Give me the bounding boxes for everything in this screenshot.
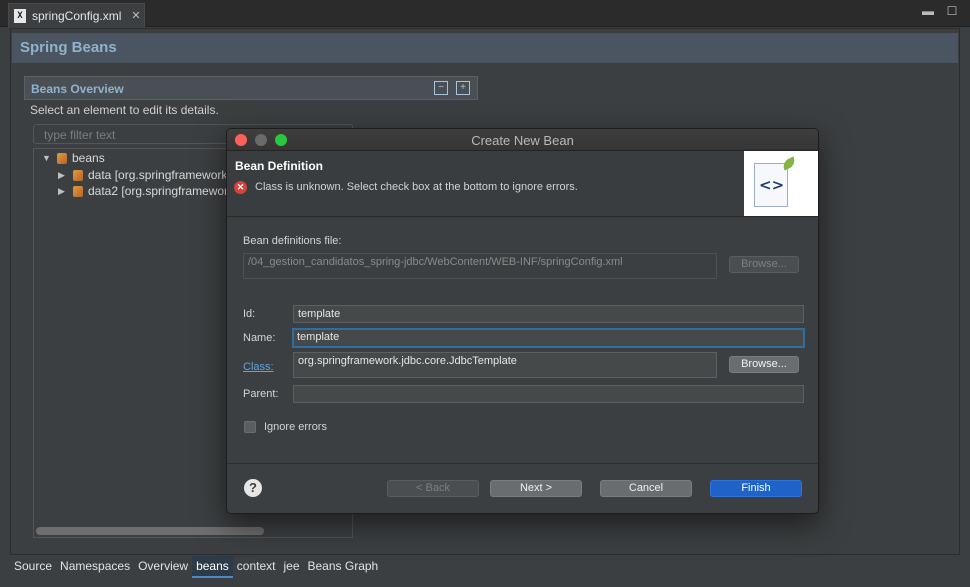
xml-file-icon: X — [14, 8, 26, 23]
bean-icon — [73, 169, 83, 181]
defs-file-label: Bean definitions file: — [243, 235, 342, 247]
defs-file-field: /04_gestion_candidatos_spring-jdbc/WebCo… — [243, 253, 717, 279]
tab-context[interactable]: context — [233, 556, 280, 578]
beans-overview-header: Beans Overview − + — [24, 76, 478, 100]
tab-jee[interactable]: jee — [279, 556, 303, 578]
collapse-arrow-icon[interactable]: ▶ — [58, 170, 68, 181]
name-label: Name: — [243, 332, 276, 344]
tree-node-item[interactable]: ▶ data [org.springframework — [58, 168, 227, 182]
tab-beans[interactable]: beans — [192, 556, 233, 578]
maximize-icon[interactable]: ☐ — [946, 5, 958, 17]
beans-icon — [57, 152, 67, 164]
tree-node-root[interactable]: ▼ beans — [42, 151, 105, 165]
editor-tab-bar: X springConfig.xml ✕ ▬ ☐ — [0, 0, 970, 27]
browse-defs-button[interactable]: Browse... — [729, 256, 799, 273]
help-icon[interactable]: ? — [244, 479, 262, 497]
expand-arrow-icon[interactable]: ▼ — [42, 153, 52, 163]
ignore-errors-checkbox[interactable] — [244, 421, 256, 433]
banner-title: Bean Definition — [235, 159, 324, 173]
form-header: Spring Beans — [12, 33, 958, 63]
editor-tab-springconfig[interactable]: X springConfig.xml ✕ — [8, 3, 145, 27]
tab-beans-graph[interactable]: Beans Graph — [304, 556, 383, 578]
tree-node-label: beans — [72, 151, 105, 165]
section-description: Select an element to edit its details. — [30, 103, 219, 117]
name-field[interactable]: template — [292, 328, 805, 348]
horizontal-scrollbar[interactable] — [36, 527, 264, 535]
page-tabs: Source Namespaces Overview beans context… — [10, 556, 960, 578]
dialog-titlebar: Create New Bean — [227, 129, 818, 151]
tab-namespaces[interactable]: Namespaces — [56, 556, 134, 578]
class-field[interactable]: org.springframework.jdbc.core.JdbcTempla… — [293, 352, 717, 378]
tree-node-item[interactable]: ▶ data2 [org.springframework — [58, 184, 234, 198]
tab-overview[interactable]: Overview — [134, 556, 192, 578]
spring-leaf-icon — [780, 156, 798, 171]
ignore-errors-label: Ignore errors — [264, 421, 327, 433]
tree-node-label: data2 [org.springframework — [88, 184, 235, 198]
back-button[interactable]: < Back — [387, 480, 479, 497]
create-new-bean-dialog: Create New Bean Bean Definition ✕ Class … — [226, 128, 819, 514]
code-icon: <> — [759, 176, 785, 194]
parent-label: Parent: — [243, 388, 279, 400]
tab-source[interactable]: Source — [10, 556, 56, 578]
parent-field[interactable] — [293, 385, 804, 403]
close-icon[interactable]: ✕ — [131, 9, 140, 22]
id-field[interactable]: template — [293, 305, 804, 323]
error-message: Class is unknown. Select check box at th… — [255, 181, 578, 193]
dialog-title: Create New Bean — [471, 133, 574, 148]
finish-button[interactable]: Finish — [710, 480, 802, 497]
editor-tab-label: springConfig.xml — [32, 8, 122, 23]
section-title: Beans Overview — [31, 82, 124, 96]
tree-node-label: data [org.springframework — [88, 168, 228, 182]
cancel-button[interactable]: Cancel — [600, 480, 692, 497]
expand-all-icon[interactable]: + — [456, 81, 470, 95]
browse-class-button[interactable]: Browse... — [729, 356, 799, 373]
dialog-separator — [227, 463, 818, 464]
collapse-all-icon[interactable]: − — [434, 81, 448, 95]
next-button[interactable]: Next > — [490, 480, 582, 497]
class-link[interactable]: Class: — [243, 361, 274, 373]
page-title: Spring Beans — [20, 39, 117, 56]
collapse-arrow-icon[interactable]: ▶ — [58, 186, 68, 197]
wizard-banner: Bean Definition ✕ Class is unknown. Sele… — [227, 151, 818, 217]
wizard-image: <> — [744, 151, 818, 216]
bean-icon — [73, 185, 83, 197]
id-label: Id: — [243, 308, 256, 320]
minimize-icon[interactable]: ▬ — [922, 5, 934, 17]
error-icon: ✕ — [234, 181, 247, 194]
